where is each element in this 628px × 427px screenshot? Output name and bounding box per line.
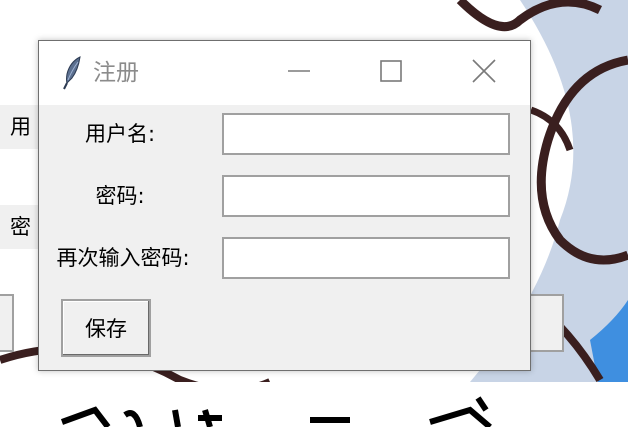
maximize-icon [380,60,402,86]
confirm-password-field[interactable] [222,237,510,279]
close-button[interactable] [438,41,530,105]
feather-icon [62,56,84,90]
close-icon [472,59,496,87]
background-password-label: 密码 [0,205,40,249]
minimize-icon [288,60,310,86]
register-dialog: 注册 用户名: 密码: 再次输入密码: 保存 [38,40,531,371]
minimize-button[interactable] [253,41,345,105]
confirm-password-label: 再次输入密码: [56,246,190,270]
username-label: 用户名: [84,122,156,146]
background-button-left[interactable] [0,294,14,352]
password-field[interactable] [222,175,510,217]
background-username-label: 用户 [0,105,40,149]
save-button[interactable]: 保存 [61,299,151,357]
password-label: 密码: [95,184,145,208]
background-button-right[interactable] [528,294,564,352]
maximize-button[interactable] [345,41,437,105]
title-bar[interactable]: 注册 [39,41,530,105]
bg-glyph-3 [172,409,181,427]
username-field[interactable] [222,113,510,155]
dialog-title: 注册 [93,60,139,86]
